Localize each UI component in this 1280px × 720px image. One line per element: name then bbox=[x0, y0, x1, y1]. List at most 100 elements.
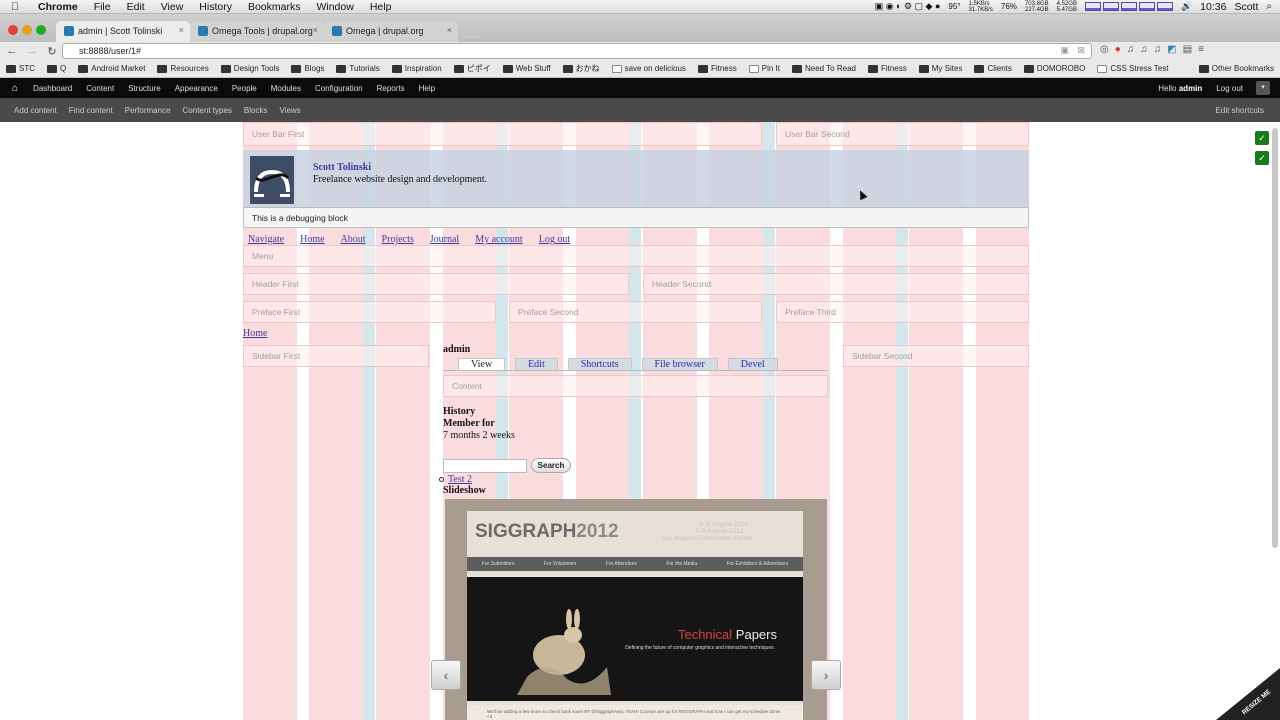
disk-stat[interactable]: 703.8GB 227.4GB bbox=[1025, 1, 1049, 13]
shortcut-views[interactable]: Views bbox=[273, 106, 306, 115]
network-stat[interactable]: 1.5KB/s 31.7KB/s bbox=[969, 1, 993, 13]
checkmark-icon[interactable]: ✓ bbox=[1255, 151, 1269, 165]
checkmark-icon[interactable]: ✓ bbox=[1255, 131, 1269, 145]
site-name[interactable]: Scott Tolinski bbox=[313, 162, 371, 173]
bookmark-star-icon[interactable]: ▣ bbox=[1060, 45, 1069, 56]
bookmark-folder[interactable]: Android Market bbox=[72, 64, 151, 73]
tab-omega-tools[interactable]: Omega Tools | drupal.org × bbox=[190, 21, 324, 42]
shortcuts-toggle-icon[interactable]: ▾ bbox=[1256, 81, 1270, 95]
toolbar-content[interactable]: Content bbox=[79, 84, 121, 93]
shortcut-find-content[interactable]: Find content bbox=[63, 106, 119, 115]
toolbar-structure[interactable]: Structure bbox=[121, 84, 167, 93]
close-window-button[interactable] bbox=[8, 25, 18, 35]
bookmark-folder[interactable]: Design Tools bbox=[215, 64, 286, 73]
test2-link[interactable]: Test 2 bbox=[448, 474, 472, 485]
apple-icon[interactable]:  bbox=[0, 1, 30, 13]
new-tab-button[interactable] bbox=[462, 27, 480, 39]
breadcrumb-home[interactable]: Home bbox=[243, 328, 267, 339]
temperature-readout[interactable]: 95° bbox=[948, 2, 960, 11]
toolbar-appearance[interactable]: Appearance bbox=[168, 84, 225, 93]
toolbar-modules[interactable]: Modules bbox=[264, 84, 308, 93]
hello-username[interactable]: admin bbox=[1179, 84, 1203, 93]
cpu-graphs[interactable] bbox=[1084, 2, 1173, 11]
site-logo[interactable] bbox=[250, 156, 294, 204]
slideshow-next-button[interactable]: › bbox=[811, 660, 841, 690]
menu-view[interactable]: View bbox=[153, 1, 192, 13]
other-bookmarks[interactable]: Other Bookmarks bbox=[1193, 64, 1280, 73]
nav-my-account[interactable]: My account bbox=[475, 234, 523, 245]
bookmark-folder[interactable]: Need To Read bbox=[786, 64, 862, 73]
bookmark-folder[interactable]: ピポイ bbox=[448, 63, 497, 74]
home-icon[interactable]: ⌂ bbox=[0, 83, 26, 94]
memory-stat[interactable]: 4.52GB 5.47GB bbox=[1057, 1, 1077, 13]
bookmark-folder[interactable]: DOMOROBO bbox=[1018, 64, 1091, 73]
nav-about[interactable]: About bbox=[341, 234, 366, 245]
nav-log-out[interactable]: Log out bbox=[539, 234, 570, 245]
nav-home[interactable]: Home bbox=[300, 234, 324, 245]
nav-navigate[interactable]: Navigate bbox=[248, 234, 284, 245]
extension-icons[interactable]: ◎●♫♫♫◩▤≡ bbox=[1100, 44, 1210, 55]
tab-admin[interactable]: admin | Scott Tolinski × bbox=[56, 21, 190, 42]
forward-icon[interactable]: → bbox=[26, 45, 38, 57]
bookmark-folder[interactable]: STC bbox=[0, 64, 41, 73]
toolbar-configuration[interactable]: Configuration bbox=[308, 84, 370, 93]
menu-help[interactable]: Help bbox=[362, 1, 400, 13]
search-button[interactable]: Search bbox=[531, 458, 571, 473]
menu-window[interactable]: Window bbox=[308, 1, 361, 13]
menu-edit[interactable]: Edit bbox=[119, 1, 153, 13]
battery-readout[interactable]: 76% bbox=[1001, 2, 1017, 11]
close-tab-icon[interactable]: × bbox=[313, 25, 318, 35]
edit-shortcuts-link[interactable]: Edit shortcuts bbox=[1216, 106, 1280, 115]
nav-projects[interactable]: Projects bbox=[382, 234, 414, 245]
bookmark-item[interactable]: Pin It bbox=[743, 64, 786, 73]
address-bar[interactable]: st:8888/user/1# ▣ ⊠ bbox=[62, 43, 1092, 59]
bookmark-folder[interactable]: Tutorials bbox=[330, 64, 385, 73]
bookmark-folder[interactable]: Fitness bbox=[692, 64, 743, 73]
shortcut-blocks[interactable]: Blocks bbox=[238, 106, 274, 115]
toolbar-help[interactable]: Help bbox=[412, 84, 442, 93]
menu-bookmarks[interactable]: Bookmarks bbox=[240, 1, 309, 13]
bookmark-folder[interactable]: おかね bbox=[557, 63, 606, 74]
close-tab-icon[interactable]: × bbox=[447, 25, 452, 35]
address-text: st:8888/user/1# bbox=[79, 46, 142, 56]
toolbar-people[interactable]: People bbox=[225, 84, 264, 93]
volume-icon[interactable]: 🔊 bbox=[1181, 1, 1192, 12]
bookmark-item[interactable]: CSS Stress Test bbox=[1091, 64, 1174, 73]
spotlight-icon[interactable]: ⌕ bbox=[1266, 1, 1272, 12]
toolbar-reports[interactable]: Reports bbox=[370, 84, 412, 93]
bookmark-folder[interactable]: Q bbox=[41, 64, 72, 73]
bookmark-folder[interactable]: Fitness bbox=[862, 64, 913, 73]
minimize-window-button[interactable] bbox=[22, 25, 32, 35]
zoom-window-button[interactable] bbox=[36, 25, 46, 35]
bookmark-folder[interactable]: Clients bbox=[968, 64, 1017, 73]
clock[interactable]: 10:36 bbox=[1200, 1, 1226, 13]
vertical-scrollbar[interactable] bbox=[1272, 128, 1278, 548]
slideshow-prev-button[interactable]: ‹ bbox=[431, 660, 461, 690]
resize-me-handle[interactable]: RESIZE ME bbox=[1216, 668, 1280, 720]
search-input[interactable] bbox=[443, 459, 527, 473]
shortcut-add-content[interactable]: Add content bbox=[8, 106, 63, 115]
toolbar-dashboard[interactable]: Dashboard bbox=[26, 84, 79, 93]
bookmark-folder[interactable]: Inspiration bbox=[386, 64, 448, 73]
clear-icon[interactable]: ⊠ bbox=[1077, 45, 1085, 56]
back-icon[interactable]: ← bbox=[6, 45, 18, 57]
toolbar-logout[interactable]: Log out bbox=[1209, 84, 1250, 93]
shortcut-performance[interactable]: Performance bbox=[119, 106, 177, 115]
menu-file[interactable]: File bbox=[86, 1, 119, 13]
nav-journal[interactable]: Journal bbox=[430, 234, 459, 245]
menu-history[interactable]: History bbox=[191, 1, 240, 13]
bookmark-label: Fitness bbox=[710, 64, 737, 73]
bookmark-folder[interactable]: My Sites bbox=[913, 64, 969, 73]
close-tab-icon[interactable]: × bbox=[179, 25, 184, 35]
shortcut-content-types[interactable]: Content types bbox=[177, 106, 238, 115]
bookmark-folder[interactable]: Blogs bbox=[285, 64, 330, 73]
status-icons[interactable]: ▣ ◉ ◐ ⚙ ▢ ◆ ● bbox=[875, 1, 941, 12]
reload-icon[interactable]: ↻ bbox=[46, 45, 58, 58]
tab-omega[interactable]: Omega | drupal.org × bbox=[324, 21, 458, 42]
user-name[interactable]: Scott bbox=[1234, 1, 1258, 13]
bookmark-item[interactable]: save on delicious bbox=[606, 64, 692, 73]
slideshow-slide[interactable]: SIGGRAPH2012 Conference 5–9 August 2012 … bbox=[445, 499, 827, 720]
bookmark-folder[interactable]: Resources bbox=[151, 64, 214, 73]
menu-app[interactable]: Chrome bbox=[30, 1, 86, 13]
bookmark-folder[interactable]: Web Stuff bbox=[497, 64, 557, 73]
